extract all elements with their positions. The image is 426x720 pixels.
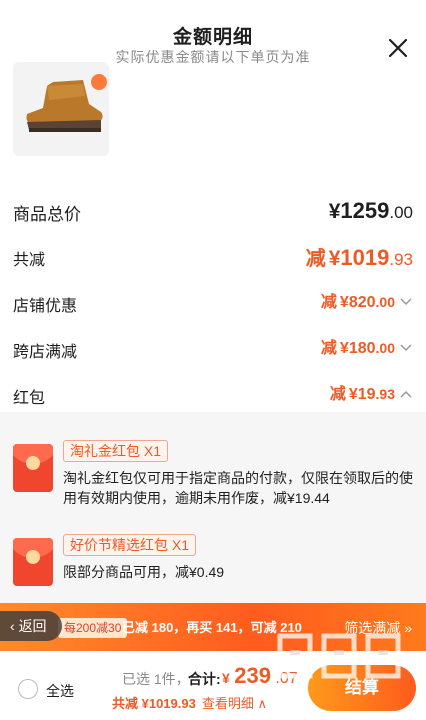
- cross-store-discount-value: 减 ¥ 180 .00: [321, 334, 413, 358]
- cross-store-discount-yen: ¥: [339, 340, 349, 357]
- product-thumbnail[interactable]: [13, 62, 109, 156]
- total-price-int: 1259: [340, 198, 390, 223]
- total-amount-dec: .07: [275, 670, 298, 687]
- selected-count: 已选 1件，: [122, 671, 190, 687]
- total-price-yen: ¥: [328, 200, 341, 223]
- cross-store-discount-int: 180: [348, 340, 376, 357]
- close-icon: [388, 38, 408, 58]
- total-discount-line: 共减 ¥1019.93 查看明细 ∧: [112, 693, 267, 712]
- total-discount-prefix: 共减 ¥: [112, 696, 149, 711]
- total-price-row: 商品总价 ¥ 1259 .00: [13, 198, 413, 228]
- chevron-down-icon: [400, 344, 412, 352]
- promo-banner: 每200减30 ‹ 返回 已减 180，再买 141，可减 210 筛选满减 »: [0, 603, 426, 651]
- red-packet-icon: [13, 444, 53, 492]
- select-all-radio[interactable]: [18, 679, 38, 699]
- red-packet-row[interactable]: 红包 减 ¥ 19 .93: [13, 380, 413, 410]
- coupon-item: 好价节精选红包 X1 限部分商品可用，减¥0.49: [13, 534, 413, 590]
- coupon-tag: 淘礼金红包 X1: [63, 440, 169, 462]
- boot-image: [13, 62, 109, 156]
- red-packet-label: 红包: [13, 390, 46, 407]
- cross-store-discount-dec: .00: [375, 340, 395, 356]
- total-amount-int: 239: [234, 663, 271, 688]
- red-packet-icon: [13, 538, 53, 586]
- total-amount-yen: ¥: [222, 670, 230, 686]
- red-packet-panel: 淘礼金红包 X1 淘礼金红包仅可用于指定商品的付款，仅限在领取后的使用有效期内使…: [0, 412, 426, 612]
- total-price-value: ¥ 1259 .00: [329, 198, 413, 224]
- cross-store-discount-prefix: 减: [320, 340, 337, 357]
- checkout-button[interactable]: 结算: [308, 665, 416, 711]
- back-label: 返回: [18, 618, 47, 634]
- total-reduction-row: 共减 减 ¥ 1019 .93: [13, 242, 413, 272]
- red-packet-dec: .93: [375, 386, 395, 402]
- back-arrow-icon: ‹: [10, 618, 19, 634]
- cross-store-discount-label: 跨店满减: [13, 344, 78, 361]
- promo-progress-text: 已减 180，再买 141，可减 210: [122, 620, 302, 635]
- total-label: 合计:: [188, 671, 221, 687]
- shop-discount-label: 店铺优惠: [13, 298, 78, 315]
- view-detail-link[interactable]: 查看明细 ∧: [202, 696, 267, 711]
- total-reduction-int: 1019: [340, 245, 390, 270]
- total-reduction-dec: .93: [389, 250, 413, 269]
- red-packet-yen: ¥: [348, 386, 358, 403]
- amount-detail-sheet: 金额明细 实际优惠金额请以下单页为准 商品总价 ¥ 1259 .00 共减 减: [0, 0, 426, 720]
- cross-store-discount-row[interactable]: 跨店满减 减 ¥ 180 .00: [13, 334, 413, 364]
- shop-discount-row[interactable]: 店铺优惠 减 ¥ 820 .00: [13, 288, 413, 318]
- total-reduction-prefix: 减: [305, 248, 326, 270]
- red-packet-prefix: 减: [329, 386, 346, 403]
- red-packet-value: 减 ¥ 19 .93: [330, 380, 413, 404]
- shop-discount-int: 820: [348, 294, 376, 311]
- coupon-description: 淘礼金红包仅可用于指定商品的付款，仅限在领取后的使用有效期内使用，逾期未用作废，…: [63, 470, 413, 506]
- chevron-up-icon: [400, 390, 412, 398]
- shop-discount-prefix: 减: [320, 294, 337, 311]
- close-button[interactable]: [386, 36, 410, 60]
- red-packet-int: 19: [357, 386, 376, 403]
- shop-discount-dec: .00: [375, 294, 395, 310]
- filter-discount-link[interactable]: 筛选满减 »: [344, 618, 412, 638]
- select-all-label[interactable]: 全选: [46, 681, 74, 701]
- sheet-title: 金额明细: [172, 27, 253, 48]
- coupon-tag: 好价节精选红包 X1: [63, 534, 197, 556]
- total-reduction-label: 共减: [13, 252, 46, 269]
- total-reduction-yen: ¥: [328, 247, 341, 270]
- back-button[interactable]: ‹ 返回: [0, 611, 62, 641]
- shop-discount-yen: ¥: [339, 294, 349, 311]
- promo-tier-chip: 每200减30: [58, 618, 128, 638]
- shop-discount-value: 减 ¥ 820 .00: [321, 288, 413, 312]
- checkout-bar: 全选 已选 1件， 合计: ¥ 239 .07 共减 ¥1019.93 查看明细 …: [0, 651, 426, 720]
- total-price-label: 商品总价: [13, 205, 81, 224]
- chevron-down-icon: [400, 298, 412, 306]
- coupon-description: 限部分商品可用，减¥0.49: [63, 564, 225, 580]
- total-discount-value: 1019.93: [148, 696, 196, 711]
- total-reduction-value: 减 ¥ 1019 .93: [306, 242, 413, 271]
- coupon-item: 淘礼金红包 X1 淘礼金红包仅可用于指定商品的付款，仅限在领取后的使用有效期内使…: [13, 440, 413, 510]
- total-price-dec: .00: [389, 203, 413, 222]
- total-amount: ¥ 239 .07: [222, 663, 298, 689]
